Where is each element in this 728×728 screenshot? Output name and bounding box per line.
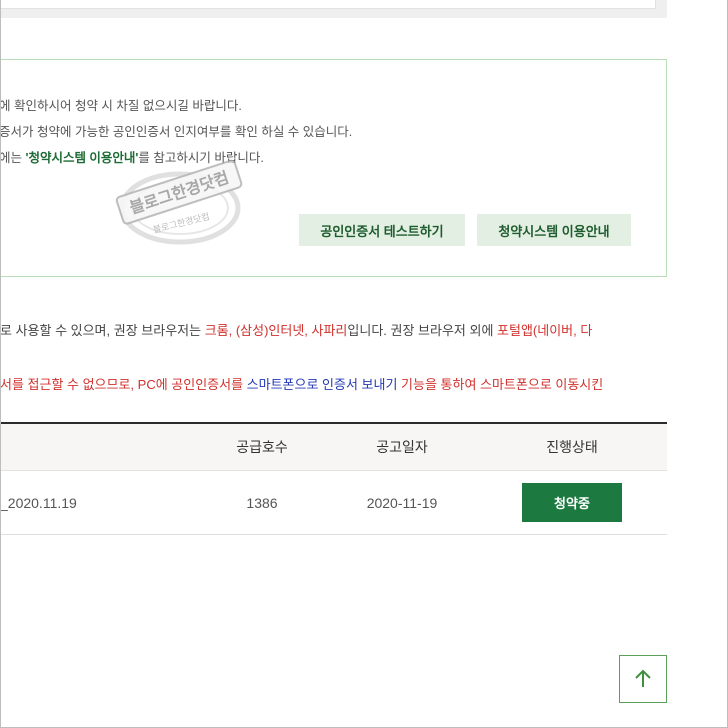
row-name[interactable]: _2020.11.19 bbox=[0, 471, 200, 534]
row-units: 1386 bbox=[246, 494, 278, 511]
notice-line-3-prefix: 에는 bbox=[0, 151, 26, 165]
browser-note-1d: 포털앱(네이버, 다 bbox=[497, 323, 593, 338]
browser-note-1a: 로 사용할 수 있으며, 권장 브라우저는 bbox=[0, 323, 205, 338]
notice-line-1: 에 확인하시어 청약 시 차질 없으시길 바랍니다. bbox=[0, 99, 242, 113]
header-units: 공급호수 bbox=[236, 439, 288, 455]
row-status-cell: 청약중 bbox=[498, 471, 646, 534]
header-status: 진행상태 bbox=[546, 439, 598, 455]
browser-note-line-2: 서를 접근할 수 없으므로, PC에 공인인증서를 스마트폰으로 인증서 보내기… bbox=[0, 374, 603, 393]
arrow-up-icon bbox=[635, 669, 651, 687]
notice-line-2: 증서가 청약에 가능한 공인인증서 인지여부를 확인 하실 수 있습니다. bbox=[0, 125, 353, 139]
cert-test-button[interactable]: 공인인증서 테스트하기 bbox=[299, 214, 465, 246]
status-badge[interactable]: 청약중 bbox=[522, 483, 622, 522]
announcement-table: 공급호수 공고일자 진행상태 _2020.11.19 1386 2020-11-… bbox=[0, 422, 667, 535]
browser-note-2b: 스마트폰으로 인증서 보내기 bbox=[246, 377, 398, 392]
table-row[interactable]: _2020.11.19 1386 2020-11-19 청약중 bbox=[0, 471, 667, 535]
row-date: 2020-11-19 bbox=[366, 494, 438, 511]
system-guide-button[interactable]: 청약시스템 이용안내 bbox=[477, 214, 631, 246]
table-header: 공급호수 공고일자 진행상태 bbox=[0, 422, 667, 471]
browser-note-2c: 기능을 통하여 스마트폰으로 이동시킨 bbox=[397, 377, 604, 392]
watermark-stamp: 블로그한경닷컴 블로그한경닷컴 bbox=[115, 159, 243, 245]
header-date: 공고일자 bbox=[376, 439, 428, 455]
scroll-top-button[interactable] bbox=[619, 655, 667, 703]
browser-note-2a: 서를 접근할 수 없으므로, PC에 공인인증서를 bbox=[0, 377, 247, 392]
browser-note-1b: 크롬, (삼성)인터넷, 사파리 bbox=[204, 323, 348, 338]
browser-note-line-1: 로 사용할 수 있으며, 권장 브라우저는 크롬, (삼성)인터넷, 사파리입니… bbox=[0, 320, 592, 339]
top-panel-inner bbox=[0, 0, 656, 9]
browser-note-1c: 입니다. 권장 브라우저 외에 bbox=[347, 323, 498, 338]
top-panel bbox=[0, 0, 667, 18]
